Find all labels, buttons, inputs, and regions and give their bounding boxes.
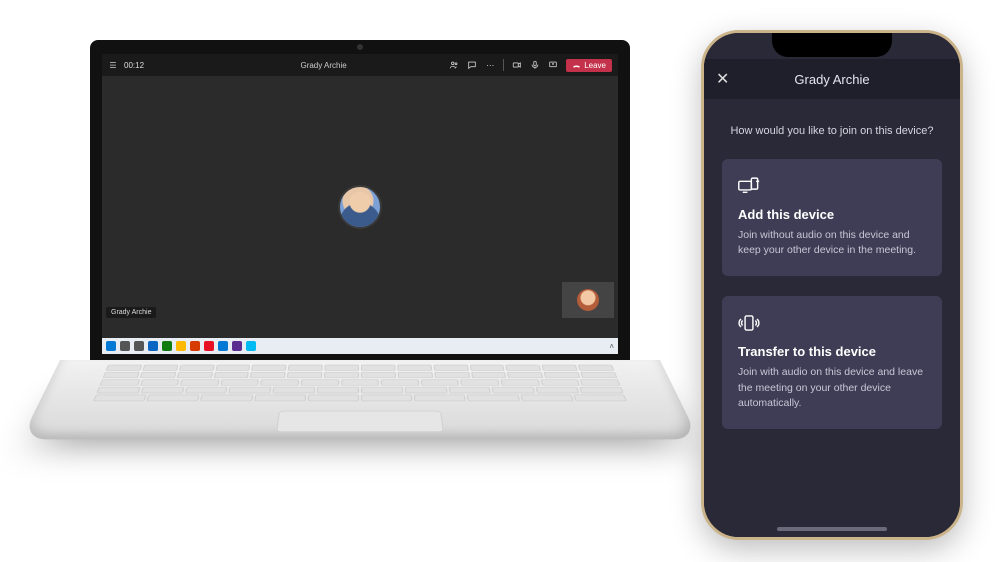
self-avatar (577, 289, 599, 311)
teams-topbar: ☰ 00:12 Grady Archie ⋯ (102, 54, 618, 76)
add-device-card[interactable]: Add this device Join without audio on th… (722, 159, 942, 276)
keyboard (92, 365, 628, 404)
card-desc: Join without audio on this device and ke… (738, 228, 926, 258)
join-prompt: How would you like to join on this devic… (722, 125, 942, 137)
taskbar-app-icon[interactable] (106, 341, 116, 351)
taskbar-app-icon[interactable] (162, 341, 172, 351)
share-icon[interactable] (548, 60, 558, 70)
taskbar-app-icon[interactable] (176, 341, 186, 351)
taskbar-app-icon[interactable] (148, 341, 158, 351)
card-title: Add this device (738, 207, 926, 222)
taskbar-app-icon[interactable] (232, 341, 242, 351)
toolbar-divider (503, 59, 504, 71)
transfer-device-icon (738, 314, 758, 332)
phone-header-title: Grady Archie (794, 72, 869, 87)
phone-header: ✕ Grady Archie (704, 59, 960, 99)
call-timer: 00:12 (124, 61, 144, 70)
transfer-device-card[interactable]: Transfer to this device Join with audio … (722, 296, 942, 429)
taskbar-app-icon[interactable] (120, 341, 130, 351)
leave-label: Leave (584, 61, 606, 70)
taskbar-app-icon[interactable] (246, 341, 256, 351)
self-view-pip[interactable] (562, 282, 614, 318)
phone-device: ✕ Grady Archie How would you like to joi… (701, 30, 963, 540)
taskbar-sys-caret[interactable]: ˄ (609, 342, 614, 351)
webcam-dot (357, 44, 363, 50)
taskbar-app-icon[interactable] (190, 341, 200, 351)
laptop-base (60, 360, 660, 480)
laptop-bezel: ☰ 00:12 Grady Archie ⋯ (90, 40, 630, 360)
chat-icon[interactable] (467, 60, 477, 70)
laptop-screen: ☰ 00:12 Grady Archie ⋯ (102, 54, 618, 354)
laptop-device: ☰ 00:12 Grady Archie ⋯ (60, 40, 660, 480)
close-icon[interactable]: ✕ (716, 69, 729, 89)
add-device-icon (738, 177, 758, 195)
windows-taskbar: ˄ (102, 338, 618, 354)
phone-screen: ✕ Grady Archie How would you like to joi… (704, 33, 960, 537)
participant-avatar[interactable] (338, 185, 382, 229)
people-icon[interactable] (449, 60, 459, 70)
trackpad[interactable] (276, 411, 444, 432)
card-desc: Join with audio on this device and leave… (738, 365, 926, 411)
taskbar-app-icon[interactable] (218, 341, 228, 351)
leave-button[interactable]: Leave (566, 59, 612, 72)
phone-notch (772, 33, 892, 57)
camera-icon[interactable] (512, 60, 522, 70)
meeting-title: Grady Archie (204, 61, 443, 70)
card-title: Transfer to this device (738, 344, 926, 359)
hangup-icon (572, 61, 581, 70)
window-menu-icon[interactable]: ☰ (108, 60, 118, 70)
more-icon[interactable]: ⋯ (485, 60, 495, 70)
taskbar-app-icon[interactable] (134, 341, 144, 351)
meeting-stage: Grady Archie (102, 76, 618, 338)
mic-icon[interactable] (530, 60, 540, 70)
home-indicator[interactable] (777, 527, 887, 531)
taskbar-app-icon[interactable] (204, 341, 214, 351)
participant-name-pill: Grady Archie (106, 307, 156, 318)
